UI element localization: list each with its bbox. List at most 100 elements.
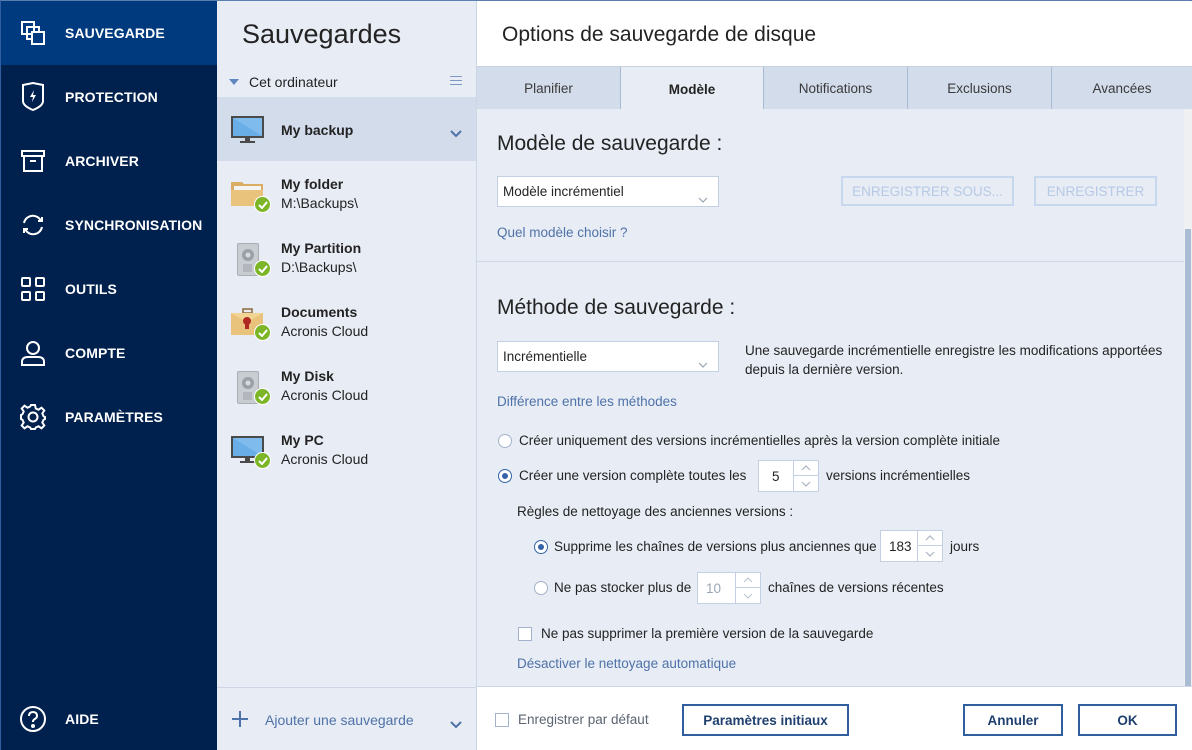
scheme-select-value: Modèle incrémentiel (503, 184, 624, 199)
menu-icon[interactable] (450, 76, 462, 86)
chevron-down-icon (698, 353, 708, 372)
nav-label: SYNCHRONISATION (65, 217, 203, 233)
success-check-icon (254, 260, 271, 277)
tab-notifications[interactable]: Notifications (764, 67, 907, 110)
stepper-down-icon[interactable] (794, 476, 818, 491)
method-select-value: Incrémentielle (503, 349, 588, 364)
backup-item[interactable]: Documents Acronis Cloud (217, 289, 476, 353)
backup-location: Acronis Cloud (281, 387, 369, 403)
scheme-select[interactable]: Modèle incrémentiel (497, 176, 719, 207)
nav-item-protection[interactable]: PROTECTION (1, 65, 217, 129)
full-every-suffix: versions incrémentielles (826, 468, 971, 483)
ok-button[interactable]: OK (1078, 704, 1177, 736)
nav-item-aide[interactable]: AIDE (1, 687, 217, 750)
stepper-up-icon[interactable] (736, 573, 760, 588)
scrollbar-thumb[interactable] (1185, 229, 1191, 686)
stepper-up-icon[interactable] (794, 461, 818, 476)
save-button[interactable]: ENREGISTRER (1034, 176, 1157, 206)
delete-older-suffix: jours (950, 539, 980, 554)
backups-list-panel: Sauvegardes Cet ordinateur My backup My … (217, 1, 477, 750)
disable-cleanup-link[interactable]: Désactiver le nettoyage automatique (517, 656, 736, 671)
which-scheme-link[interactable]: Quel modèle choisir ? (497, 225, 628, 240)
tab-modele[interactable]: Modèle (620, 67, 764, 111)
delete-older-stepper[interactable]: 183 (880, 530, 943, 562)
stepper-down-icon[interactable] (918, 546, 942, 561)
nav-item-archiver[interactable]: ARCHIVER (1, 129, 217, 193)
nav-item-outils[interactable]: OUTILS (1, 257, 217, 321)
full-every-value: 5 (772, 469, 780, 484)
reset-defaults-button[interactable]: Paramètres initiaux (682, 704, 849, 736)
full-every-stepper[interactable]: 5 (758, 460, 819, 492)
stepper-up-icon[interactable] (918, 531, 942, 546)
radio-keep-max[interactable] (534, 581, 548, 595)
backup-name: My PC (281, 432, 324, 448)
app-window: SAUVEGARDE PROTECTION ARCHIVER SYNCHRONI… (0, 0, 1192, 750)
shield-icon (19, 82, 47, 112)
sync-icon (19, 211, 47, 239)
nav-label: OUTILS (65, 281, 117, 297)
method-select[interactable]: Incrémentielle (497, 341, 719, 372)
success-check-icon (254, 452, 271, 469)
backup-location: D:\Backups\ (281, 259, 357, 275)
radio-delete-older[interactable] (534, 540, 548, 554)
success-check-icon (254, 324, 271, 341)
tab-avancees[interactable]: Avancées (1051, 67, 1192, 110)
method-description: Une sauvegarde incrémentielle enregistre… (745, 343, 1163, 377)
nav-label: AIDE (65, 711, 99, 727)
radio-full-every[interactable] (498, 469, 512, 483)
backup-location: Acronis Cloud (281, 323, 369, 339)
incremental-only-label: Créer uniquement des versions incrémenti… (519, 433, 1000, 448)
group-label: Cet ordinateur (249, 74, 338, 90)
nav-label: COMPTE (65, 345, 126, 361)
backup-item[interactable]: My Disk Acronis Cloud (217, 353, 476, 417)
backups-title: Sauvegardes (242, 19, 402, 49)
tab-exclusions[interactable]: Exclusions (907, 67, 1051, 110)
collapse-triangle-icon[interactable] (229, 79, 239, 85)
save-as-button[interactable]: ENREGISTRER SOUS... (841, 176, 1014, 206)
nav-label: ARCHIVER (65, 153, 139, 169)
user-icon (19, 339, 47, 367)
radio-incremental-only[interactable] (498, 434, 512, 448)
full-every-label: Créer une version complète toutes les (519, 468, 747, 483)
save-default-checkbox[interactable] (495, 713, 509, 727)
nav-item-compte[interactable]: COMPTE (1, 321, 217, 385)
archive-icon (19, 147, 47, 175)
section-divider (477, 261, 1184, 262)
backup-name: My Disk (281, 368, 334, 384)
add-backup-label: Ajouter une sauvegarde (265, 712, 414, 728)
backup-icon (19, 19, 47, 47)
nav-item-sauvegarde[interactable]: SAUVEGARDE (1, 1, 217, 65)
options-panel: Options de sauvegarde de disque Planifie… (477, 1, 1192, 750)
keep-max-stepper[interactable]: 10 (697, 572, 761, 604)
keep-max-label: Ne pas stocker plus de (554, 580, 692, 595)
plus-icon (232, 711, 248, 731)
delete-older-label: Supprime les chaînes de versions plus an… (554, 539, 877, 554)
backup-item[interactable]: My backup (217, 97, 476, 161)
nav-item-synchronisation[interactable]: SYNCHRONISATION (1, 193, 217, 257)
chevron-down-icon[interactable] (450, 123, 462, 142)
save-default-label: Enregistrer par défaut (518, 712, 649, 727)
backup-item[interactable]: My Partition D:\Backups\ (217, 225, 476, 289)
methods-difference-link[interactable]: Différence entre les méthodes (497, 394, 677, 409)
backup-name: My folder (281, 176, 344, 192)
nav-item-parametres[interactable]: PARAMÈTRES (1, 385, 217, 449)
backup-location: M:\Backups\ (281, 195, 359, 211)
add-backup-button[interactable]: Ajouter une sauvegarde (217, 687, 476, 750)
method-heading: Méthode de sauvegarde : (497, 296, 736, 319)
backup-item[interactable]: My folder M:\Backups\ (217, 161, 476, 225)
options-footer: Enregistrer par défaut Paramètres initia… (477, 686, 1192, 750)
stepper-down-icon[interactable] (736, 588, 760, 603)
cancel-button[interactable]: Annuler (963, 704, 1063, 736)
backup-name: My backup (281, 122, 354, 138)
keep-max-suffix: chaînes de versions récentes (768, 580, 944, 595)
backup-name: My Partition (281, 240, 362, 256)
backup-item[interactable]: My PC Acronis Cloud (217, 417, 476, 481)
main-nav: SAUVEGARDE PROTECTION ARCHIVER SYNCHRONI… (1, 1, 217, 750)
tab-planifier[interactable]: Planifier (477, 67, 620, 110)
group-header[interactable]: Cet ordinateur (217, 67, 476, 97)
success-check-icon (254, 196, 271, 213)
keep-first-checkbox[interactable] (518, 627, 532, 641)
success-check-icon (254, 388, 271, 405)
chevron-down-icon[interactable] (450, 714, 462, 733)
delete-older-value: 183 (889, 539, 912, 554)
